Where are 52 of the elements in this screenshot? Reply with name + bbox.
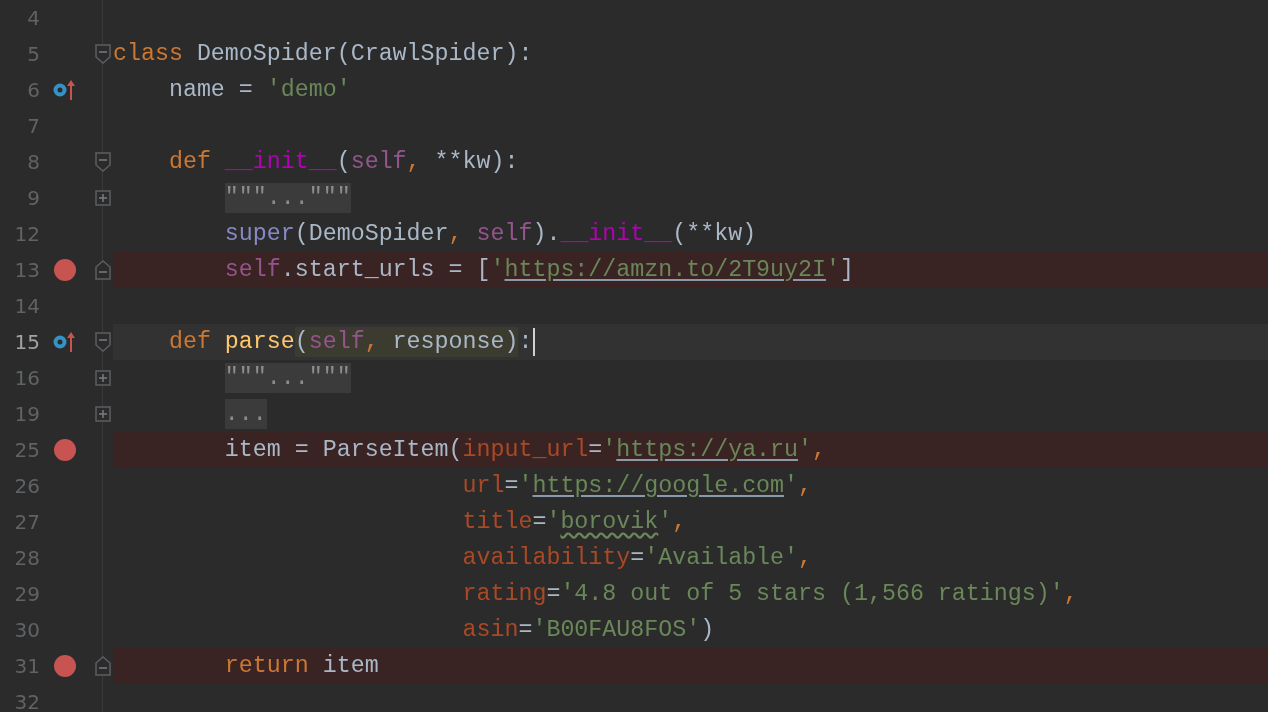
- line-number: 5: [26, 41, 40, 68]
- line-number: 7: [26, 113, 40, 140]
- code-text: :: [518, 329, 533, 355]
- code-text: def: [168, 329, 212, 355]
- code-line: asin='B00FAU8FOS'): [462, 616, 715, 645]
- code-line: title='borovik',: [462, 508, 687, 537]
- fold-minus-icon[interactable]: [93, 259, 113, 281]
- code-line: class DemoSpider(CrawlSpider):: [113, 40, 533, 69]
- fold-plus-icon[interactable]: [93, 189, 113, 207]
- line-number: 15: [13, 329, 40, 356]
- fold-minus-icon[interactable]: [93, 151, 113, 173]
- folded-code[interactable]: """...""": [224, 183, 351, 213]
- breakpoint-icon[interactable]: [53, 258, 77, 282]
- folded-code[interactable]: """...""": [224, 363, 351, 393]
- line-number: 27: [13, 509, 40, 536]
- code-line: item = ParseItem(input_url='https://ya.ru',: [224, 436, 827, 465]
- override-icon[interactable]: [52, 78, 78, 102]
- line-number: 16: [13, 365, 40, 392]
- line-number: 25: [13, 437, 40, 464]
- line-number: 19: [13, 401, 40, 428]
- line-number: 14: [13, 293, 40, 320]
- line-number: 26: [13, 473, 40, 500]
- code-line: def __init__(self, **kw):: [168, 148, 519, 177]
- parameter-list: (self, response): [294, 327, 519, 357]
- fold-plus-icon[interactable]: [93, 405, 113, 423]
- code-text: parse: [224, 329, 295, 355]
- code-line: rating='4.8 out of 5 stars (1,566 ratings)',: [462, 580, 1078, 609]
- line-number: 32: [13, 689, 40, 712]
- folded-code[interactable]: ...: [224, 399, 267, 429]
- code-line: availability='Available',: [462, 544, 813, 573]
- line-number: 4: [26, 5, 40, 32]
- fold-minus-icon[interactable]: [93, 655, 113, 677]
- code-line: name = 'demo': [168, 76, 351, 105]
- fold-minus-icon[interactable]: [93, 331, 113, 353]
- line-number: 13: [13, 257, 40, 284]
- fold-plus-icon[interactable]: [93, 369, 113, 387]
- line-number: 8: [26, 149, 40, 176]
- line-number: 6: [26, 77, 40, 104]
- line-number: 31: [13, 653, 40, 680]
- code-line: super(DemoSpider, self).__init__(**kw): [224, 220, 757, 249]
- override-icon[interactable]: [52, 330, 78, 354]
- code-line: url='https://google.com',: [462, 472, 813, 501]
- breakpoint-icon[interactable]: [53, 654, 77, 678]
- line-number: 30: [13, 617, 40, 644]
- line-number: 9: [26, 185, 40, 212]
- line-number: 12: [13, 221, 40, 248]
- code-line: return item: [224, 652, 379, 681]
- fold-minus-icon[interactable]: [93, 43, 113, 65]
- code-line: self.start_urls = ['https://amzn.to/2T9uy2I']: [224, 256, 854, 285]
- line-number: 29: [13, 581, 40, 608]
- breakpoint-icon[interactable]: [53, 438, 77, 462]
- line-number: 28: [13, 545, 40, 572]
